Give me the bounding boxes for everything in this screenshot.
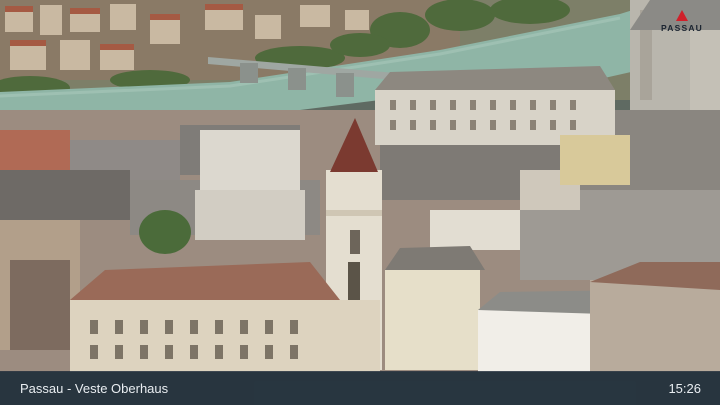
city-panorama — [0, 0, 720, 372]
location-title: Passau - Veste Oberhaus — [20, 380, 169, 396]
webcam-view: PASSAU Passau - Veste Oberhaus 15:26 — [0, 0, 720, 405]
timestamp: 15:26 — [668, 380, 701, 396]
caption-bar: Passau - Veste Oberhaus 15:26 — [0, 371, 720, 405]
flag-icon — [676, 10, 688, 21]
new-residence — [375, 66, 615, 145]
tree — [139, 210, 191, 254]
passau-logo: PASSAU — [656, 10, 708, 33]
logo-text: PASSAU — [661, 23, 703, 33]
